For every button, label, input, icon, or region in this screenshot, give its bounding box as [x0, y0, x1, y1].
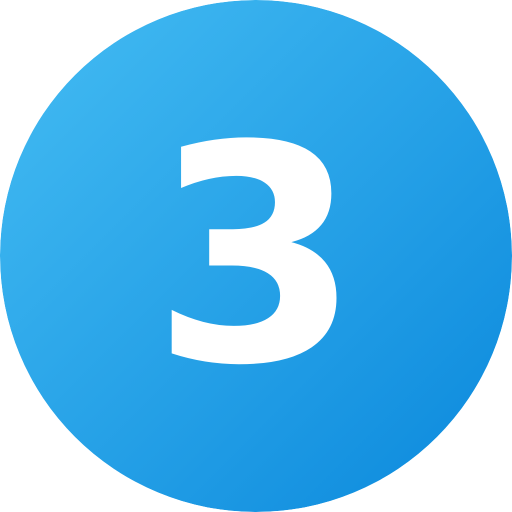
badge-number: 3 — [152, 82, 361, 431]
number-badge-canvas: 3 — [0, 0, 512, 512]
number-three-icon: 3 — [0, 0, 512, 512]
number-badge-svg: 3 — [0, 0, 512, 512]
